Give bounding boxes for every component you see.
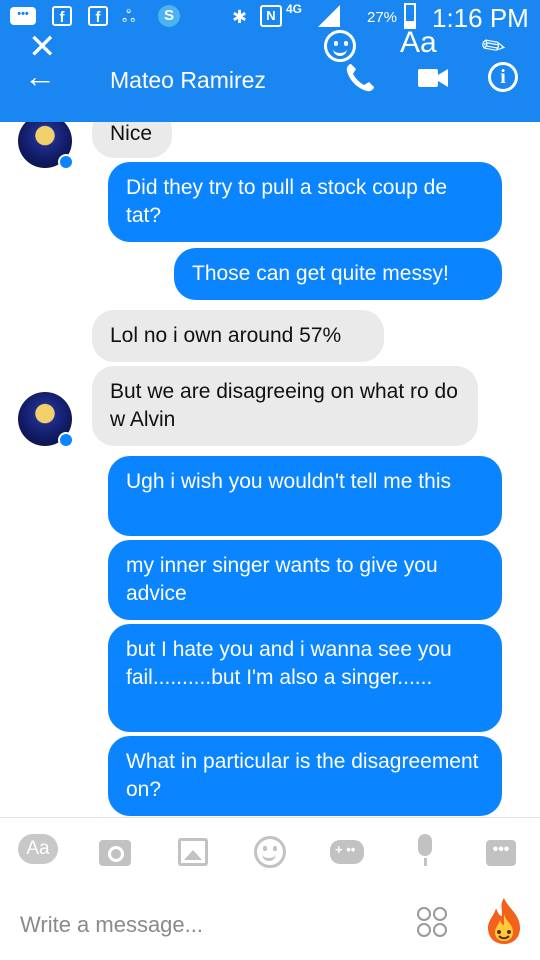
network-type-indicator: 4G — [286, 2, 303, 16]
camera-icon[interactable] — [99, 840, 131, 866]
skype-notification-icon: S — [158, 5, 180, 27]
received-message[interactable]: Lol no i own around 57% — [92, 310, 384, 362]
emoji-overlay-icon[interactable] — [324, 30, 356, 62]
bluetooth-icon: ✱ — [232, 7, 248, 27]
sent-message[interactable]: Ugh i wish you wouldn't tell me this — [108, 456, 502, 536]
received-message[interactable]: Nice — [92, 122, 172, 158]
text-style-icon[interactable]: Aa — [18, 834, 58, 864]
sent-message[interactable]: my inner singer wants to give you advice — [108, 540, 502, 620]
facebook-notification-icon-2: f — [88, 6, 108, 26]
messenger-badge-icon — [58, 154, 74, 170]
microphone-icon[interactable] — [418, 834, 432, 866]
image-icon[interactable] — [178, 838, 208, 866]
composer-toolbar: Aa ••• — [0, 818, 540, 886]
contact-avatar[interactable] — [18, 122, 74, 170]
clock: 1:16 PM — [432, 3, 529, 33]
close-icon[interactable]: ✕ — [28, 30, 57, 64]
fire-emoji-icon[interactable] — [482, 896, 526, 946]
stickers-icon[interactable] — [416, 906, 450, 940]
sent-message[interactable]: Those can get quite messy! — [174, 248, 502, 300]
contact-avatar[interactable] — [18, 392, 74, 448]
messenger-notification-icon: ••• — [10, 7, 36, 25]
received-message[interactable]: But we are disagreeing on what ro do w A… — [92, 366, 478, 446]
messenger-badge-icon — [58, 432, 74, 448]
message-list[interactable]: Nice Did they try to pull a stock coup d… — [0, 122, 540, 817]
emoji-icon[interactable] — [254, 836, 286, 868]
message-input-row — [0, 886, 540, 960]
more-icon[interactable]: ••• — [486, 840, 516, 866]
signal-strength-icon — [318, 5, 340, 27]
status-bar: ••• f f ஃ S ✱ N 4G 27% 1:16 PM — [0, 0, 540, 38]
phone-call-icon[interactable] — [342, 60, 378, 96]
facebook-notification-icon: f — [52, 6, 72, 26]
weibo-notification-icon: ஃ — [122, 7, 136, 26]
battery-percentage: 27% — [367, 9, 398, 26]
video-call-icon[interactable] — [416, 60, 452, 96]
sent-message[interactable]: but I hate you and i wanna see you fail.… — [108, 624, 502, 732]
message-input[interactable] — [18, 906, 402, 944]
sent-message[interactable]: What in particular is the disagreement o… — [108, 736, 502, 816]
game-icon[interactable] — [330, 840, 364, 864]
text-overlay-button[interactable]: Aa — [400, 28, 437, 58]
nfc-icon: N — [260, 5, 282, 27]
contact-name: Mateo Ramirez — [110, 67, 266, 93]
sent-message[interactable]: Did they try to pull a stock coup de tat… — [108, 162, 502, 242]
conversation-header: ← Mateo Ramirez i — [0, 38, 540, 122]
